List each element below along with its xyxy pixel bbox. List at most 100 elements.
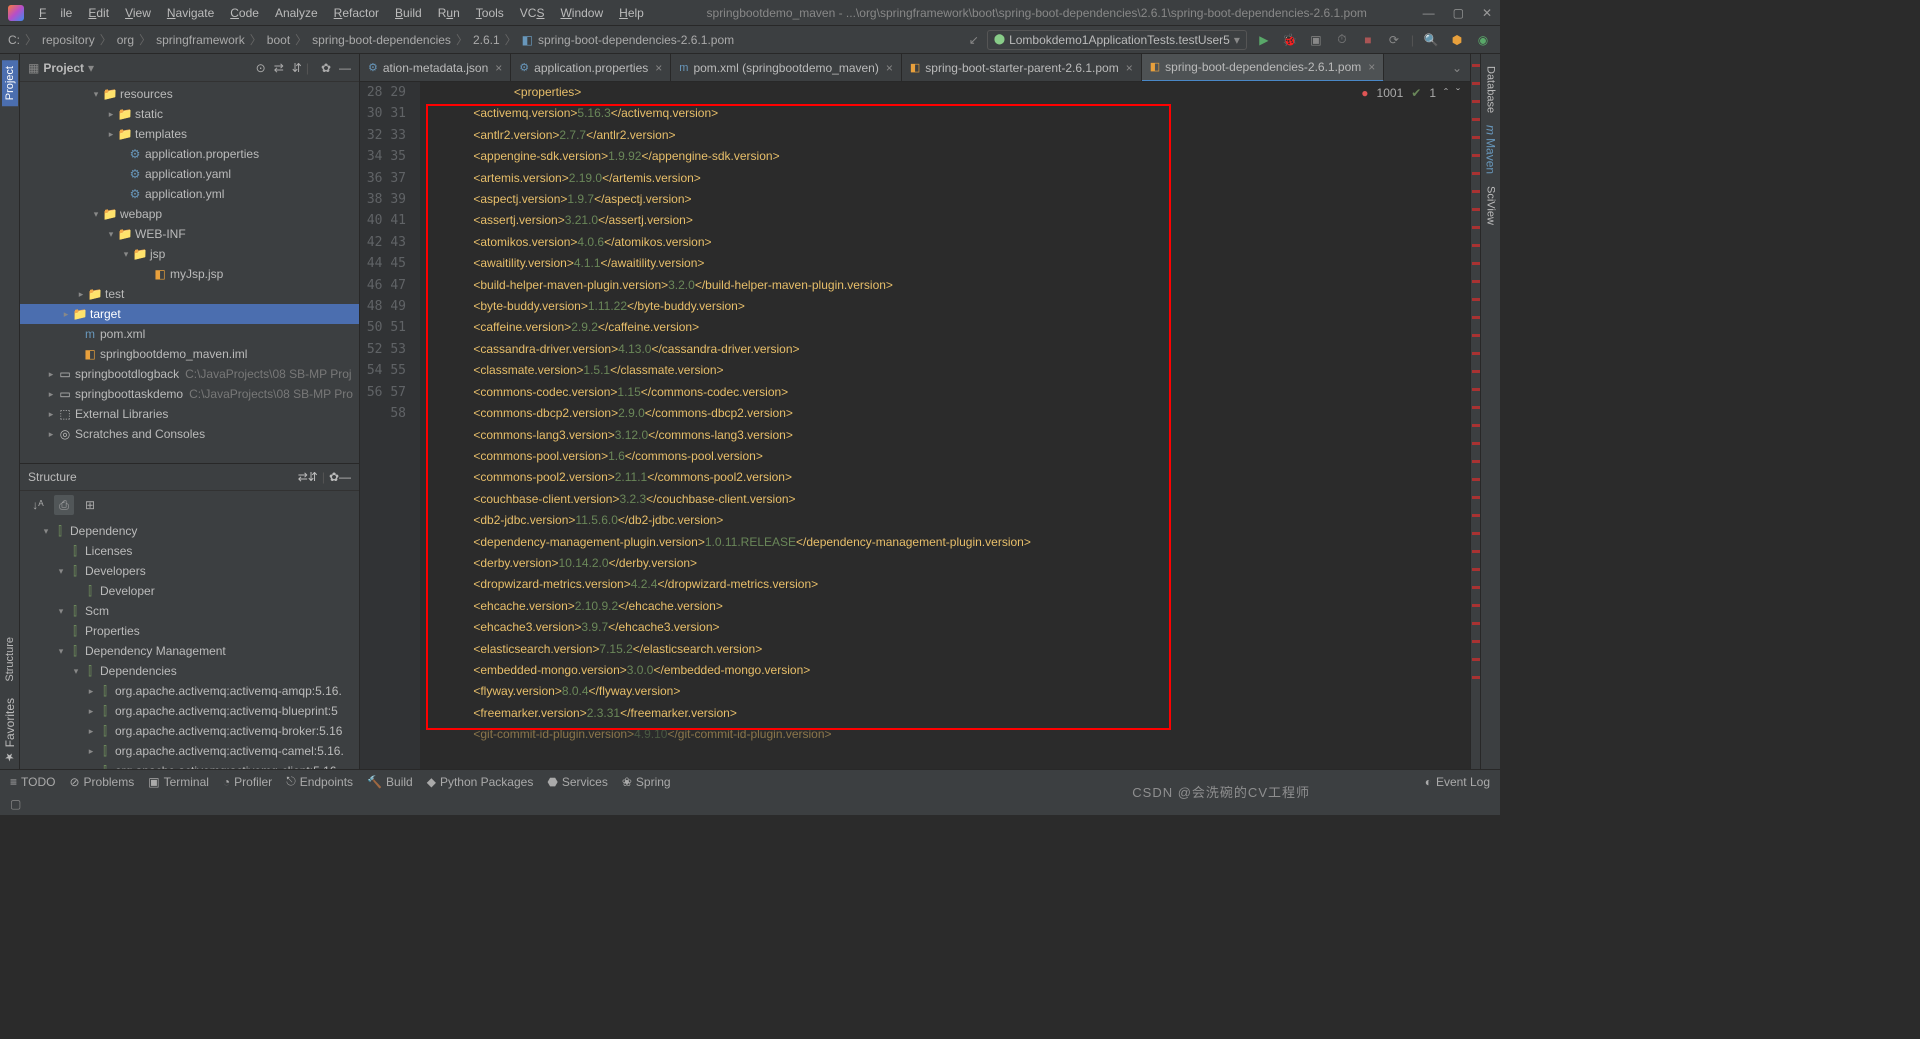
update-button[interactable]: ⟳ <box>1385 31 1403 49</box>
coverage-button[interactable]: ▣ <box>1307 31 1325 49</box>
tree-item[interactable]: ▸◎Scratches and Consoles <box>20 424 359 444</box>
sciview-tool-tab[interactable]: SciView <box>1483 180 1499 231</box>
structure-item[interactable]: ▸⫿org.apache.activemq:activemq-broker:5.… <box>20 721 359 741</box>
menu-code[interactable]: Code <box>223 4 266 22</box>
tree-item[interactable]: ▾📁webapp <box>20 204 359 224</box>
maximize-button[interactable]: ▢ <box>1453 6 1464 20</box>
breadcrumbs[interactable]: C:〉repository〉org〉springframework〉boot〉s… <box>8 31 969 48</box>
search-button[interactable]: 🔍 <box>1422 31 1440 49</box>
tree-item[interactable]: ◧myJsp.jsp <box>20 264 359 284</box>
settings-icon[interactable]: ✿ <box>321 61 331 75</box>
todo-tab[interactable]: ≡ TODO <box>10 775 55 789</box>
structure-item[interactable]: ▸⫿org.apache.activemq:activemq-amqp:5.16… <box>20 681 359 701</box>
run-button[interactable]: ▶ <box>1255 31 1273 49</box>
tree-item[interactable]: ▸📁templates <box>20 124 359 144</box>
spring-tab[interactable]: ❀ Spring <box>622 775 671 789</box>
collapse-all-icon[interactable]: ⇵ <box>292 61 302 75</box>
close-button[interactable]: ✕ <box>1482 6 1492 20</box>
avatar-icon[interactable]: ◉ <box>1474 31 1492 49</box>
breadcrumb-item[interactable]: spring-boot-dependencies-2.6.1.pom <box>538 33 734 47</box>
tree-item[interactable]: ▸▭springboottaskdemoC:\JavaProjects\08 S… <box>20 384 359 404</box>
breadcrumb-item[interactable]: C: <box>8 33 20 47</box>
editor-tab[interactable]: mpom.xml (springbootdemo_maven)× <box>671 54 902 82</box>
editor-tab[interactable]: ⚙ation-metadata.json× <box>360 54 511 82</box>
structure-item[interactable]: ▸⫿org.apache.activemq:activemq-blueprint… <box>20 701 359 721</box>
structure-item[interactable]: ▾⫿Dependency Management <box>20 641 359 661</box>
python-packages-tab[interactable]: ◆ Python Packages <box>427 775 534 789</box>
project-tool-tab[interactable]: Project <box>2 60 18 106</box>
menu-edit[interactable]: Edit <box>81 4 116 22</box>
hide-icon[interactable]: — <box>339 61 351 75</box>
build-tab[interactable]: 🔨 Build <box>367 775 413 789</box>
chevron-down-icon[interactable]: ˇ <box>1456 86 1460 100</box>
back-arrow-icon[interactable]: ↙ <box>969 33 979 47</box>
structure-item[interactable]: ▸⫿org.apache.activemq:activemq-client:5.… <box>20 761 359 769</box>
line-gutter[interactable]: 28 29 30 31 32 33 34 35 36 37 38 39 40 4… <box>360 82 420 769</box>
structure-tree[interactable]: ▾⫿Dependency⫿Licenses▾⫿Developers⫿Develo… <box>20 519 359 769</box>
breadcrumb-item[interactable]: spring-boot-dependencies <box>312 33 451 47</box>
tree-item[interactable]: ▸📁test <box>20 284 359 304</box>
breadcrumb-item[interactable]: repository <box>42 33 95 47</box>
structure-item[interactable]: ⫿Properties <box>20 621 359 641</box>
breadcrumb-item[interactable]: org <box>117 33 134 47</box>
menu-tools[interactable]: Tools <box>469 4 511 22</box>
breadcrumb-item[interactable]: boot <box>267 33 290 47</box>
editor-tab[interactable]: ⚙application.properties× <box>511 54 671 82</box>
project-tree[interactable]: ▾📁resources▸📁static▸📁templates⚙applicati… <box>20 82 359 463</box>
favorites-tool-tab[interactable]: ★ Favorites <box>1 692 19 769</box>
group-icon[interactable]: ⊞ <box>80 495 100 515</box>
collapse-icon[interactable]: ⇵ <box>308 470 318 484</box>
menu-build[interactable]: Build <box>388 4 429 22</box>
structure-item[interactable]: ▾⫿Dependency <box>20 521 359 541</box>
select-opened-icon[interactable]: ⊙ <box>256 61 266 75</box>
endpoints-tab[interactable]: ⎋ Endpoints <box>286 774 353 789</box>
settings-icon[interactable]: ⬢ <box>1448 31 1466 49</box>
event-log-tab[interactable]: ◐ Event Log <box>1425 775 1490 789</box>
tree-item[interactable]: ▸📁static <box>20 104 359 124</box>
profile-button[interactable]: ⏱ <box>1333 31 1351 49</box>
database-tool-tab[interactable]: Database <box>1483 60 1499 119</box>
run-config-selector[interactable]: ⬤ Lombokdemo1ApplicationTests.testUser5 … <box>987 30 1247 50</box>
structure-item[interactable]: ⫿Licenses <box>20 541 359 561</box>
quick-access-icon[interactable]: ▢ <box>10 797 21 811</box>
menu-view[interactable]: View <box>118 4 158 22</box>
tree-item[interactable]: ▾📁WEB-INF <box>20 224 359 244</box>
structure-tool-tab[interactable]: Structure <box>2 631 18 688</box>
tree-item[interactable]: ▸▭springbootdlogbackC:\JavaProjects\08 S… <box>20 364 359 384</box>
hide-icon[interactable]: — <box>339 470 351 484</box>
terminal-tab[interactable]: ▣ Terminal <box>148 775 209 789</box>
debug-button[interactable]: 🐞 <box>1281 31 1299 49</box>
tree-item[interactable]: ▸⬚External Libraries <box>20 404 359 424</box>
structure-item[interactable]: ⫿Developer <box>20 581 359 601</box>
structure-item[interactable]: ▾⫿Dependencies <box>20 661 359 681</box>
sort-icon[interactable]: ↓ᴬ <box>28 495 48 515</box>
menu-analyze[interactable]: Analyze <box>268 4 325 22</box>
chevron-up-icon[interactable]: ˆ <box>1444 86 1448 100</box>
error-stripe[interactable] <box>1470 54 1480 769</box>
filter-icon[interactable]: ⎙ <box>54 495 74 515</box>
structure-item[interactable]: ▾⫿Developers <box>20 561 359 581</box>
inspection-widget[interactable]: ●1001 ✔1 ˆ ˇ <box>1361 86 1460 100</box>
tree-item[interactable]: ⚙application.yaml <box>20 164 359 184</box>
problems-tab[interactable]: ⊘ Problems <box>69 775 134 789</box>
menu-navigate[interactable]: Navigate <box>160 4 221 22</box>
menu-window[interactable]: Window <box>553 4 610 22</box>
breadcrumb-item[interactable]: 2.6.1 <box>473 33 500 47</box>
tree-item[interactable]: ▾📁jsp <box>20 244 359 264</box>
menu-vcs[interactable]: VCS <box>513 4 552 22</box>
profiler-tab[interactable]: ◔ Profiler <box>223 775 272 789</box>
menu-refactor[interactable]: Refactor <box>327 4 386 22</box>
minimize-button[interactable]: — <box>1423 6 1435 20</box>
structure-item[interactable]: ▾⫿Scm <box>20 601 359 621</box>
tree-item[interactable]: ▾📁resources <box>20 84 359 104</box>
maven-tool-tab[interactable]: m Maven <box>1482 119 1500 180</box>
stop-button[interactable]: ■ <box>1359 31 1377 49</box>
tree-item[interactable]: ▸📁target <box>20 304 359 324</box>
breadcrumb-item[interactable]: springframework <box>156 33 245 47</box>
editor-tab[interactable]: ◧spring-boot-starter-parent-2.6.1.pom× <box>902 54 1142 82</box>
menu-run[interactable]: Run <box>431 4 467 22</box>
tree-item[interactable]: ⚙application.properties <box>20 144 359 164</box>
expand-icon[interactable]: ⇄ <box>298 470 308 484</box>
tree-item[interactable]: ⚙application.yml <box>20 184 359 204</box>
code-content[interactable]: <properties> <activemq.version>5.16.3</a… <box>420 82 1470 769</box>
